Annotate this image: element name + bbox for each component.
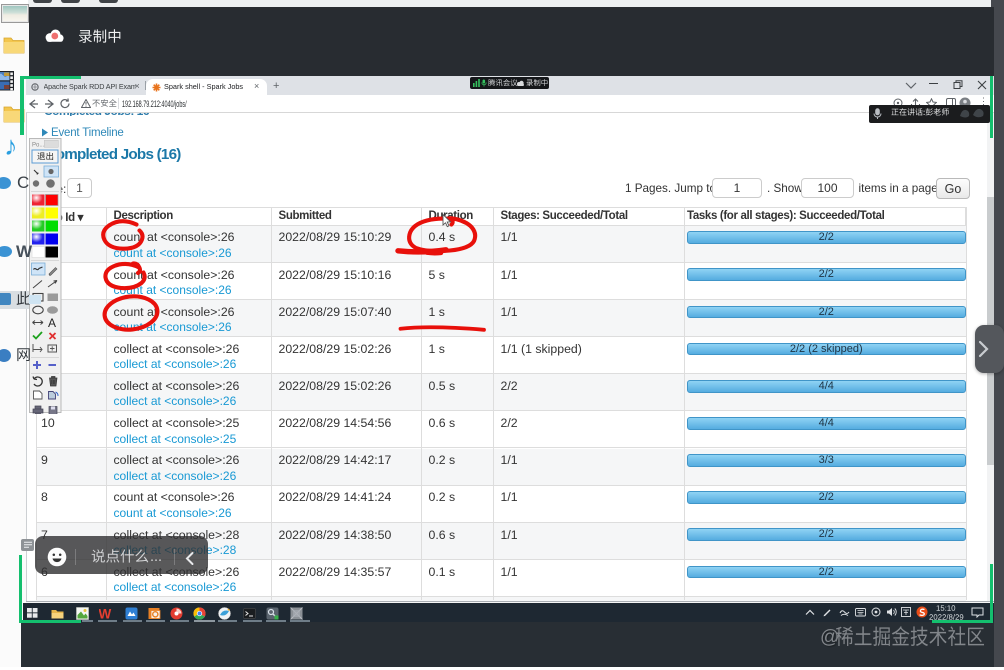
svg-text:A: A: [48, 316, 56, 330]
svg-text:Po...: Po...: [32, 143, 45, 149]
svg-text:W: W: [99, 607, 112, 620]
